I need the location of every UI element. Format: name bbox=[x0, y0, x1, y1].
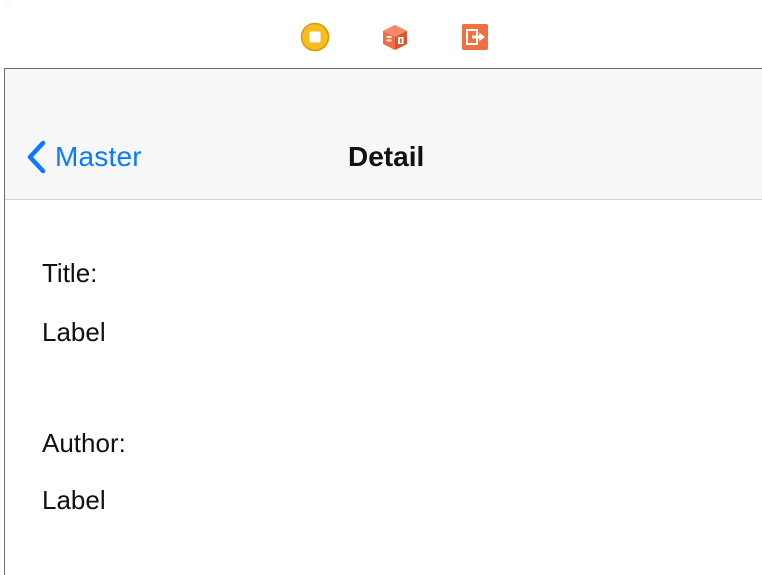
title-caption-label: Title: bbox=[42, 258, 98, 288]
detail-content: Title: Label Author: Label bbox=[5, 200, 762, 575]
back-button-label: Master bbox=[55, 141, 142, 172]
back-button[interactable]: Master bbox=[25, 139, 142, 175]
title-value-label: Label bbox=[42, 317, 106, 347]
chevron-left-icon bbox=[27, 140, 46, 174]
exit-icon[interactable] bbox=[460, 22, 490, 52]
first-responder-icon[interactable] bbox=[380, 22, 410, 52]
navigation-bar: Master Detail bbox=[5, 69, 762, 200]
author-caption-label: Author: bbox=[42, 428, 126, 458]
view-controller-icon[interactable] bbox=[300, 22, 330, 52]
scene-dock bbox=[4, 2, 762, 69]
navigation-title: Detail bbox=[348, 141, 425, 172]
storyboard-scene: Master Detail Title: Label Author: Label bbox=[0, 0, 762, 575]
author-value-label: Label bbox=[42, 485, 106, 515]
